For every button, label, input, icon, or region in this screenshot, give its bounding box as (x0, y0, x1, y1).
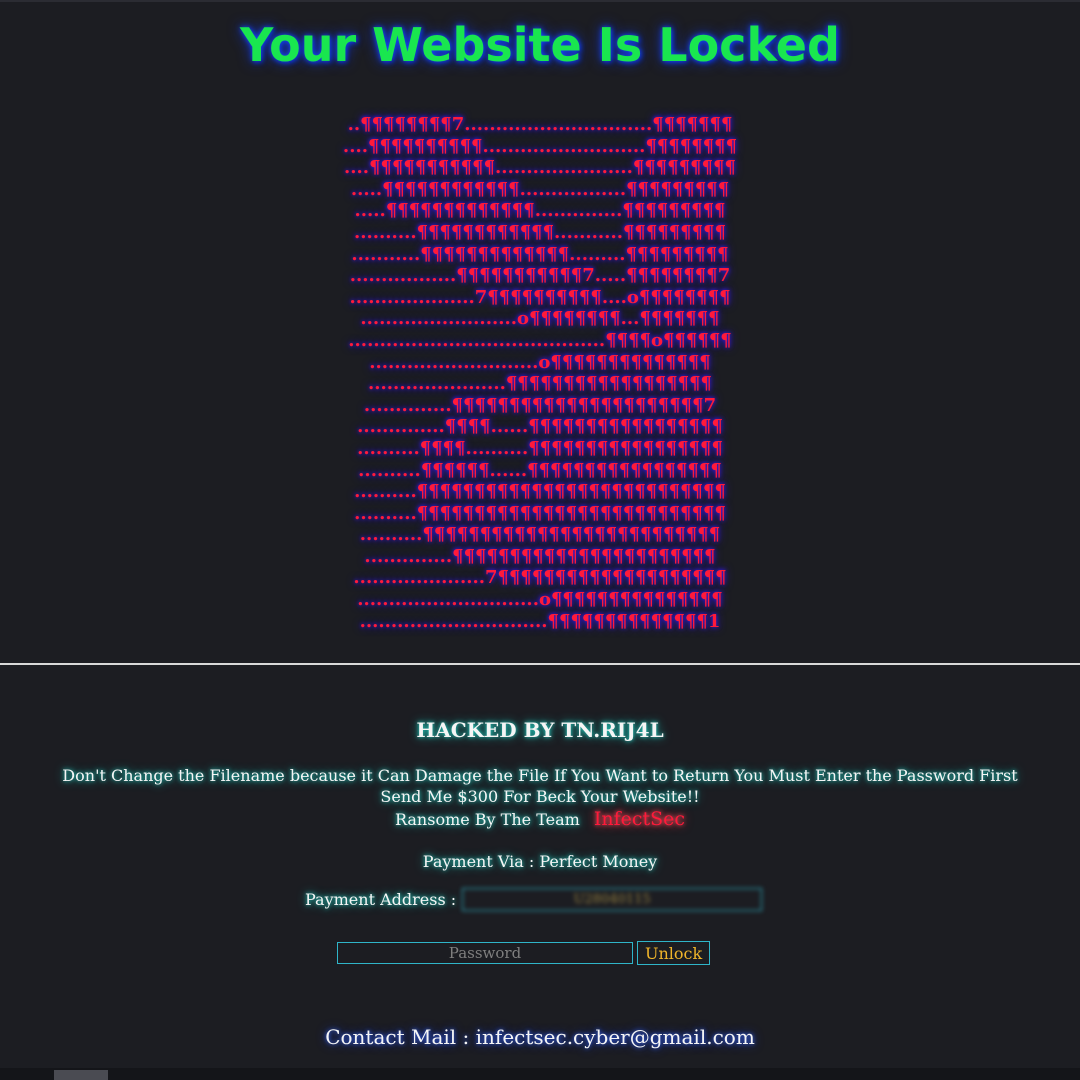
payment-address-label: Payment Address : (305, 889, 457, 909)
contact-mail: Contact Mail : infectsec.cyber@gmail.com (325, 1025, 755, 1049)
ascii-art-line: ..........¶¶¶¶..........¶¶¶¶¶¶¶¶¶¶¶¶¶¶¶¶… (357, 437, 723, 459)
ascii-art: ..¶¶¶¶¶¶¶¶7.............................… (0, 114, 1080, 632)
ransom-message: Don't Change the Filename because it Can… (0, 765, 1080, 807)
ascii-art-line: ........................................… (348, 329, 732, 351)
payment-address-field[interactable]: U28040115 (462, 887, 763, 911)
ascii-art-line: .....¶¶¶¶¶¶¶¶¶¶¶¶.................¶¶¶¶¶¶… (350, 178, 730, 200)
ascii-art-line: ....................7¶¶¶¶¶¶¶¶¶¶....o¶¶¶¶… (349, 286, 731, 308)
divider (0, 663, 1080, 665)
ascii-art-line: .....................7¶¶¶¶¶¶¶¶¶¶¶¶¶¶¶¶¶¶… (353, 567, 727, 589)
ascii-art-line: ....¶¶¶¶¶¶¶¶¶¶¶......................¶¶¶… (344, 157, 736, 179)
ascii-art-line: ...........................o¶¶¶¶¶¶¶¶¶¶¶¶… (369, 351, 711, 373)
ascii-art-line: ..........¶¶¶¶¶¶......¶¶¶¶¶¶¶¶¶¶¶¶¶¶¶¶¶ (358, 459, 722, 481)
team-line: Ransome By The Team InfectSec (0, 808, 1080, 830)
hacked-by-heading: HACKED BY TN.RIJ4L (416, 718, 664, 742)
ascii-art-line: ...........¶¶¶¶¶¶¶¶¶¶¶¶¶.........¶¶¶¶¶¶¶… (351, 243, 729, 265)
ascii-art-line: ..............................¶¶¶¶¶¶¶¶¶¶… (359, 610, 721, 632)
top-border (0, 0, 1080, 2)
ascii-art-line: .................¶¶¶¶¶¶¶¶¶¶¶7.....¶¶¶¶¶¶… (349, 265, 731, 287)
horizontal-scrollbar[interactable] (0, 1068, 1080, 1080)
page-title: Your Website Is Locked (240, 18, 840, 72)
payment-method: Payment Via : Perfect Money (422, 852, 658, 871)
ascii-art-line: ....¶¶¶¶¶¶¶¶¶¶..........................… (342, 135, 738, 157)
ascii-art-line: ..........¶¶¶¶¶¶¶¶¶¶¶¶...........¶¶¶¶¶¶¶… (353, 221, 727, 243)
ascii-art-line: ..............¶¶¶¶¶¶¶¶¶¶¶¶¶¶¶¶¶¶¶¶¶¶7 (363, 394, 717, 416)
scrollbar-thumb[interactable] (54, 1070, 108, 1080)
ransom-label: Ransome By The Team (394, 810, 580, 829)
ascii-art-line: .....¶¶¶¶¶¶¶¶¶¶¶¶¶..............¶¶¶¶¶¶¶¶… (354, 200, 726, 222)
team-name: InfectSec (593, 808, 686, 830)
password-input[interactable] (337, 942, 633, 964)
ascii-art-line: ..........¶¶¶¶¶¶¶¶¶¶¶¶¶¶¶¶¶¶¶¶¶¶¶¶¶¶¶ (354, 481, 726, 503)
ascii-art-line: ..............¶¶¶¶¶¶¶¶¶¶¶¶¶¶¶¶¶¶¶¶¶¶¶ (364, 545, 716, 567)
ascii-art-line: ..¶¶¶¶¶¶¶¶7.............................… (347, 114, 733, 135)
unlock-button[interactable]: Unlock (637, 941, 711, 965)
unlock-form: Unlock (337, 941, 711, 965)
message-line-1: Don't Change the Filename because it Can… (62, 766, 1018, 785)
ascii-art-line: ..............¶¶¶¶......¶¶¶¶¶¶¶¶¶¶¶¶¶¶¶¶… (357, 416, 723, 438)
message-line-2: Send Me $300 For Beck Your Website!! (380, 787, 700, 806)
ascii-art-line: ..........¶¶¶¶¶¶¶¶¶¶¶¶¶¶¶¶¶¶¶¶¶¶¶¶¶¶ (359, 524, 721, 546)
ascii-art-line: ..........¶¶¶¶¶¶¶¶¶¶¶¶¶¶¶¶¶¶¶¶¶¶¶¶¶¶¶ (354, 502, 726, 524)
ascii-art-line: .........................o¶¶¶¶¶¶¶¶...¶¶¶… (360, 308, 720, 330)
ascii-art-line: ......................¶¶¶¶¶¶¶¶¶¶¶¶¶¶¶¶¶¶ (367, 373, 712, 395)
payment-address-row: Payment Address : U28040115 (305, 887, 763, 911)
ascii-art-line: .............................o¶¶¶¶¶¶¶¶¶¶… (357, 589, 723, 611)
